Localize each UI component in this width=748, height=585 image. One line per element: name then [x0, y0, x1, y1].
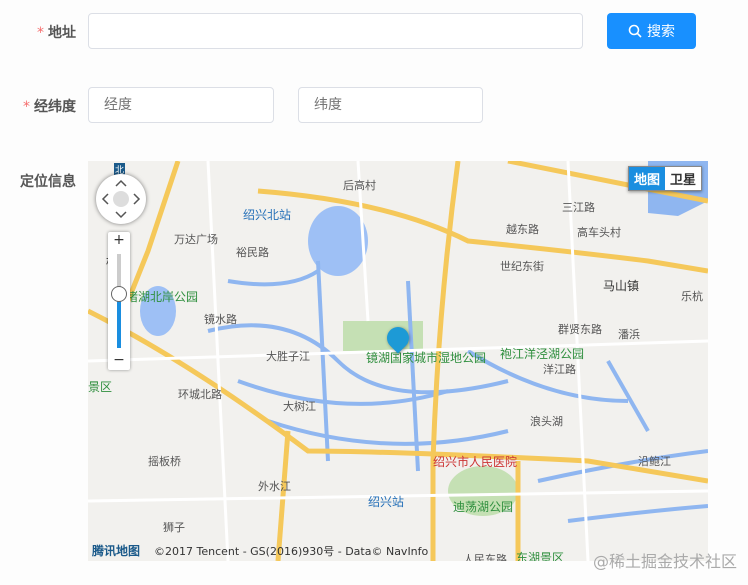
coords-label: * 经纬度 [23, 99, 76, 115]
map-label: 万达广场 [174, 233, 218, 246]
map-label: 裕民路 [236, 246, 269, 259]
map-label: 洋江路 [543, 363, 576, 376]
map-label: 外水江 [258, 480, 291, 493]
location-label: 定位信息 [20, 174, 76, 190]
map-label: 镜湖国家城市湿地公园 [366, 351, 487, 365]
map-label: 乐杭 [681, 290, 703, 303]
map-label: 沿鲍江 [638, 455, 671, 468]
search-icon [628, 24, 642, 38]
map-type-map[interactable]: 地图 [628, 167, 665, 190]
longitude-input[interactable] [88, 87, 274, 123]
map-label: 群贤东路 [558, 323, 602, 336]
latitude-input[interactable] [298, 87, 483, 123]
pan-control[interactable] [96, 174, 146, 224]
map-label: 绍兴市人民医院 [433, 455, 518, 469]
map-label: 三江路 [562, 201, 595, 214]
map-label: 东湖景区 [516, 551, 565, 561]
zoom-in-button[interactable]: + [108, 232, 130, 248]
map-label: 世纪东街 [500, 260, 544, 273]
map-label: 浪头湖 [530, 415, 563, 428]
watermark: @稀土掘金技术社区 [593, 552, 738, 571]
tencent-map-logo: 腾讯地图 [92, 544, 141, 558]
map-label: 迪荡湖公园 [453, 500, 514, 514]
zoom-control: + − [108, 232, 130, 370]
map-label: 狮子 [163, 521, 185, 534]
map[interactable]: 后高村绍兴北站万达广场裕民路桥区瓜渚湖北岸公园镜水路大胜子江镜湖国家城市湿地公园… [88, 161, 708, 561]
map-label: 摇板桥 [148, 455, 181, 468]
map-label: 潘浜 [618, 328, 640, 341]
map-label: 景区 [88, 380, 113, 394]
map-label: 环城北路 [178, 388, 222, 401]
map-label: 马山镇 [603, 279, 640, 293]
map-label: 后高村 [343, 179, 376, 192]
map-label: 人民东路 [463, 553, 507, 561]
pan-arrows-icon [101, 179, 141, 219]
zoom-out-button[interactable]: − [108, 352, 130, 368]
search-button[interactable]: 搜索 [607, 13, 696, 49]
map-label: 大树江 [283, 400, 316, 413]
map-label: 越东路 [506, 223, 539, 236]
map-label: 大胜子江 [266, 350, 310, 363]
map-label: 绍兴站 [368, 495, 405, 509]
map-label: 袍江洋泾湖公园 [500, 347, 585, 361]
map-label: 高车头村 [577, 226, 621, 239]
map-type-satellite[interactable]: 卫星 [664, 167, 701, 190]
map-label: 镜水路 [204, 313, 237, 326]
address-input[interactable] [88, 13, 583, 49]
map-type-switch: 地图 卫星 [627, 166, 702, 191]
zoom-slider-handle[interactable] [111, 286, 127, 302]
map-copyright: ©2017 Tencent - GS(2016)930号 - Data© Nav… [154, 544, 429, 558]
map-label: 绍兴北站 [243, 208, 292, 222]
address-label: * 地址 [37, 25, 76, 41]
